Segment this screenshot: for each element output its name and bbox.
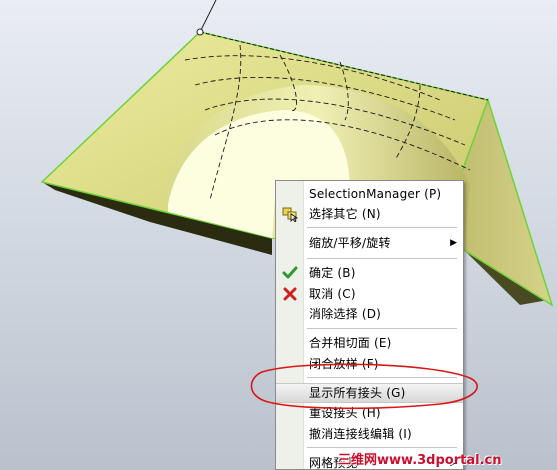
cross-icon [282, 286, 298, 302]
menu-separator [307, 447, 457, 448]
menu-item-reset-connectors[interactable]: 重设接头 (H) [276, 403, 463, 423]
menu-item-undo-connector-edit[interactable]: 撤消连接线编辑 (I) [276, 424, 463, 444]
menu-item-ok[interactable]: 确定 (B) [276, 263, 463, 283]
menu-separator [307, 328, 457, 329]
menu-item-zoom-pan-rotate[interactable]: 缩放/平移/旋转 ▶ [276, 233, 463, 253]
connector-point [196, 28, 204, 36]
context-menu: SelectionManager (P) 选择其它 (N) 缩放/平移/旋转 ▶… [275, 180, 464, 470]
menu-item-selection-manager[interactable]: SelectionManager (P) [276, 184, 463, 204]
select-other-icon [282, 206, 299, 223]
menu-item-close-loft[interactable]: 闭合放样 (F) [276, 354, 463, 374]
menu-item-cancel[interactable]: 取消 (C) [276, 284, 463, 304]
submenu-arrow-icon: ▶ [450, 238, 457, 248]
checkmark-icon [282, 265, 298, 281]
menu-separator [307, 377, 457, 378]
site-watermark: 三维网www.3dportal.cn [338, 453, 502, 468]
menu-separator [307, 227, 457, 228]
leader-line [199, 0, 217, 33]
menu-item-show-all-connectors[interactable]: 显示所有接头 (G) [276, 383, 463, 403]
menu-item-clear-selection[interactable]: 消除选择 (D) [276, 304, 463, 324]
menu-item-merge-tangent-faces[interactable]: 合并相切面 (E) [276, 333, 463, 353]
menu-item-select-other[interactable]: 选择其它 (N) [276, 204, 463, 224]
menu-separator [307, 258, 457, 259]
